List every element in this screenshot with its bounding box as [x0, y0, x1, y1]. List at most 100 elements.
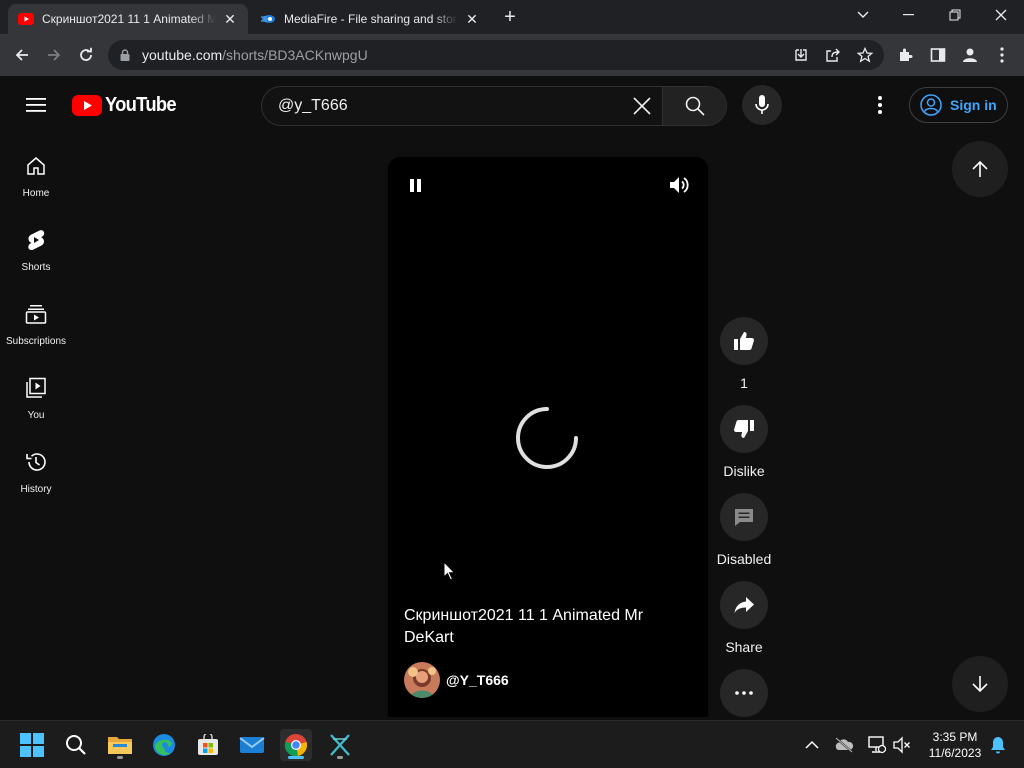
clear-search-icon[interactable] [622, 87, 662, 125]
tab-search-icon[interactable] [840, 0, 886, 30]
sidebar-item-home[interactable]: Home [0, 134, 72, 204]
thumbs-up-icon [734, 332, 754, 350]
network-icon[interactable] [864, 733, 888, 757]
comment-icon [735, 509, 753, 526]
youtube-play-icon [72, 94, 102, 116]
like-count: 1 [740, 375, 748, 391]
microsoft-store-button[interactable] [192, 729, 224, 761]
sign-in-button[interactable]: Sign in [909, 87, 1008, 123]
sidebar-item-label: Shorts [21, 262, 51, 273]
like-action: 1 [712, 317, 776, 391]
side-panel-icon[interactable] [924, 41, 952, 69]
shorts-player[interactable]: Скриншот2021 11 1 Animated Mr DeKart @Y_… [388, 157, 708, 717]
lock-icon [120, 48, 134, 62]
comments-action: Disabled [712, 493, 776, 567]
sidebar-item-subscriptions[interactable]: Subscriptions [0, 282, 72, 352]
hamburger-menu-icon[interactable] [22, 93, 50, 117]
profile-icon[interactable] [956, 41, 984, 69]
minimize-button[interactable] [886, 0, 932, 30]
subscriptions-icon [24, 302, 48, 326]
like-button[interactable] [720, 317, 768, 365]
tab-title: MediaFire - File sharing and storage [284, 12, 458, 26]
share-button[interactable] [720, 581, 768, 629]
sidebar-item-label: History [20, 484, 52, 495]
new-tab-button[interactable]: + [498, 6, 522, 30]
clock-time: 3:35 PM [932, 730, 978, 744]
voice-search-button[interactable] [742, 85, 782, 125]
start-button[interactable] [16, 729, 48, 761]
tab-title: Скриншот2021 11 1 Animated Mr DeKart [42, 12, 216, 26]
tab-mediafire[interactable]: MediaFire - File sharing and storage ✕ [250, 4, 490, 34]
chrome-taskbar-button[interactable] [280, 729, 312, 761]
address-bar[interactable]: youtube.com/shorts/BD3ACKnwpgU [108, 40, 884, 70]
show-hidden-icons-button[interactable] [800, 733, 824, 757]
close-tab-icon[interactable]: ✕ [464, 11, 480, 27]
file-explorer-button[interactable] [104, 729, 136, 761]
more-horizontal-icon [735, 691, 753, 695]
mail-button[interactable] [236, 729, 268, 761]
clock-date: 11/6/2023 [928, 746, 982, 760]
channel-name[interactable]: @Y_T666 [446, 672, 509, 688]
url-host: youtube.com [142, 47, 223, 63]
close-window-button[interactable] [978, 0, 1024, 30]
sign-in-label: Sign in [950, 97, 997, 113]
browser-tab-strip: Скриншот2021 11 1 Animated Mr DeKart ✕ M… [0, 0, 1024, 34]
forward-button[interactable] [40, 41, 68, 69]
channel-info[interactable]: @Y_T666 [404, 662, 509, 698]
share-action: Share [712, 581, 776, 655]
microphone-icon [755, 95, 769, 114]
chrome-icon [284, 733, 307, 757]
back-button[interactable] [8, 41, 36, 69]
mail-icon [239, 737, 265, 753]
edge-button[interactable] [148, 729, 180, 761]
notifications-bell-icon[interactable] [986, 733, 1010, 757]
taskbar-search-button[interactable] [60, 729, 92, 761]
pause-icon[interactable] [406, 175, 426, 195]
folder-icon [108, 737, 132, 754]
dislike-action: Dislike [712, 405, 776, 479]
volume-icon[interactable] [668, 174, 690, 196]
windows-logo-icon [20, 733, 44, 757]
app-taskbar-button[interactable] [324, 729, 356, 761]
tab-youtube[interactable]: Скриншот2021 11 1 Animated Mr DeKart ✕ [8, 4, 248, 34]
comments-label: Disabled [716, 551, 772, 567]
edge-browser-icon [153, 734, 175, 756]
volume-muted-icon[interactable] [890, 733, 914, 757]
loading-spinner-icon [514, 405, 580, 471]
settings-more-icon[interactable] [868, 93, 892, 117]
youtube-header: YouTube Sign in [0, 76, 1024, 134]
dislike-button[interactable] [720, 405, 768, 453]
more-actions-button[interactable] [720, 669, 768, 717]
shorts-icon [24, 228, 48, 252]
comments-button[interactable] [720, 493, 768, 541]
thumbs-down-icon [734, 420, 754, 438]
mediafire-favicon-icon [260, 11, 276, 27]
close-tab-icon[interactable]: ✕ [222, 11, 238, 27]
short-title[interactable]: Скриншот2021 11 1 Animated Mr DeKart [404, 605, 684, 649]
search-input[interactable] [262, 87, 622, 125]
search-icon [685, 96, 705, 116]
restore-button[interactable] [932, 0, 978, 30]
youtube-favicon-icon [18, 11, 34, 27]
next-short-button[interactable] [952, 656, 1008, 712]
share-icon [734, 597, 754, 613]
onedrive-icon[interactable] [832, 733, 856, 757]
sidebar-item-you[interactable]: You [0, 356, 72, 426]
you-icon [24, 376, 48, 400]
youtube-logo[interactable]: YouTube [72, 94, 182, 116]
search-button[interactable] [662, 87, 726, 125]
reload-button[interactable] [72, 41, 100, 69]
sidebar-item-history[interactable]: History [0, 430, 72, 500]
bookmark-star-icon[interactable] [856, 46, 874, 64]
home-icon [24, 154, 48, 178]
sidebar-item-shorts[interactable]: Shorts [0, 208, 72, 278]
install-app-icon[interactable] [792, 46, 810, 64]
sidebar-item-label: Home [22, 188, 50, 199]
taskbar-clock[interactable]: 3:35 PM 11/6/2023 [920, 729, 990, 761]
chrome-menu-icon[interactable] [988, 41, 1016, 69]
share-page-icon[interactable] [824, 46, 842, 64]
extensions-icon[interactable] [892, 41, 920, 69]
previous-short-button[interactable] [952, 141, 1008, 197]
channel-avatar[interactable] [404, 662, 440, 698]
more-actions [712, 669, 776, 717]
